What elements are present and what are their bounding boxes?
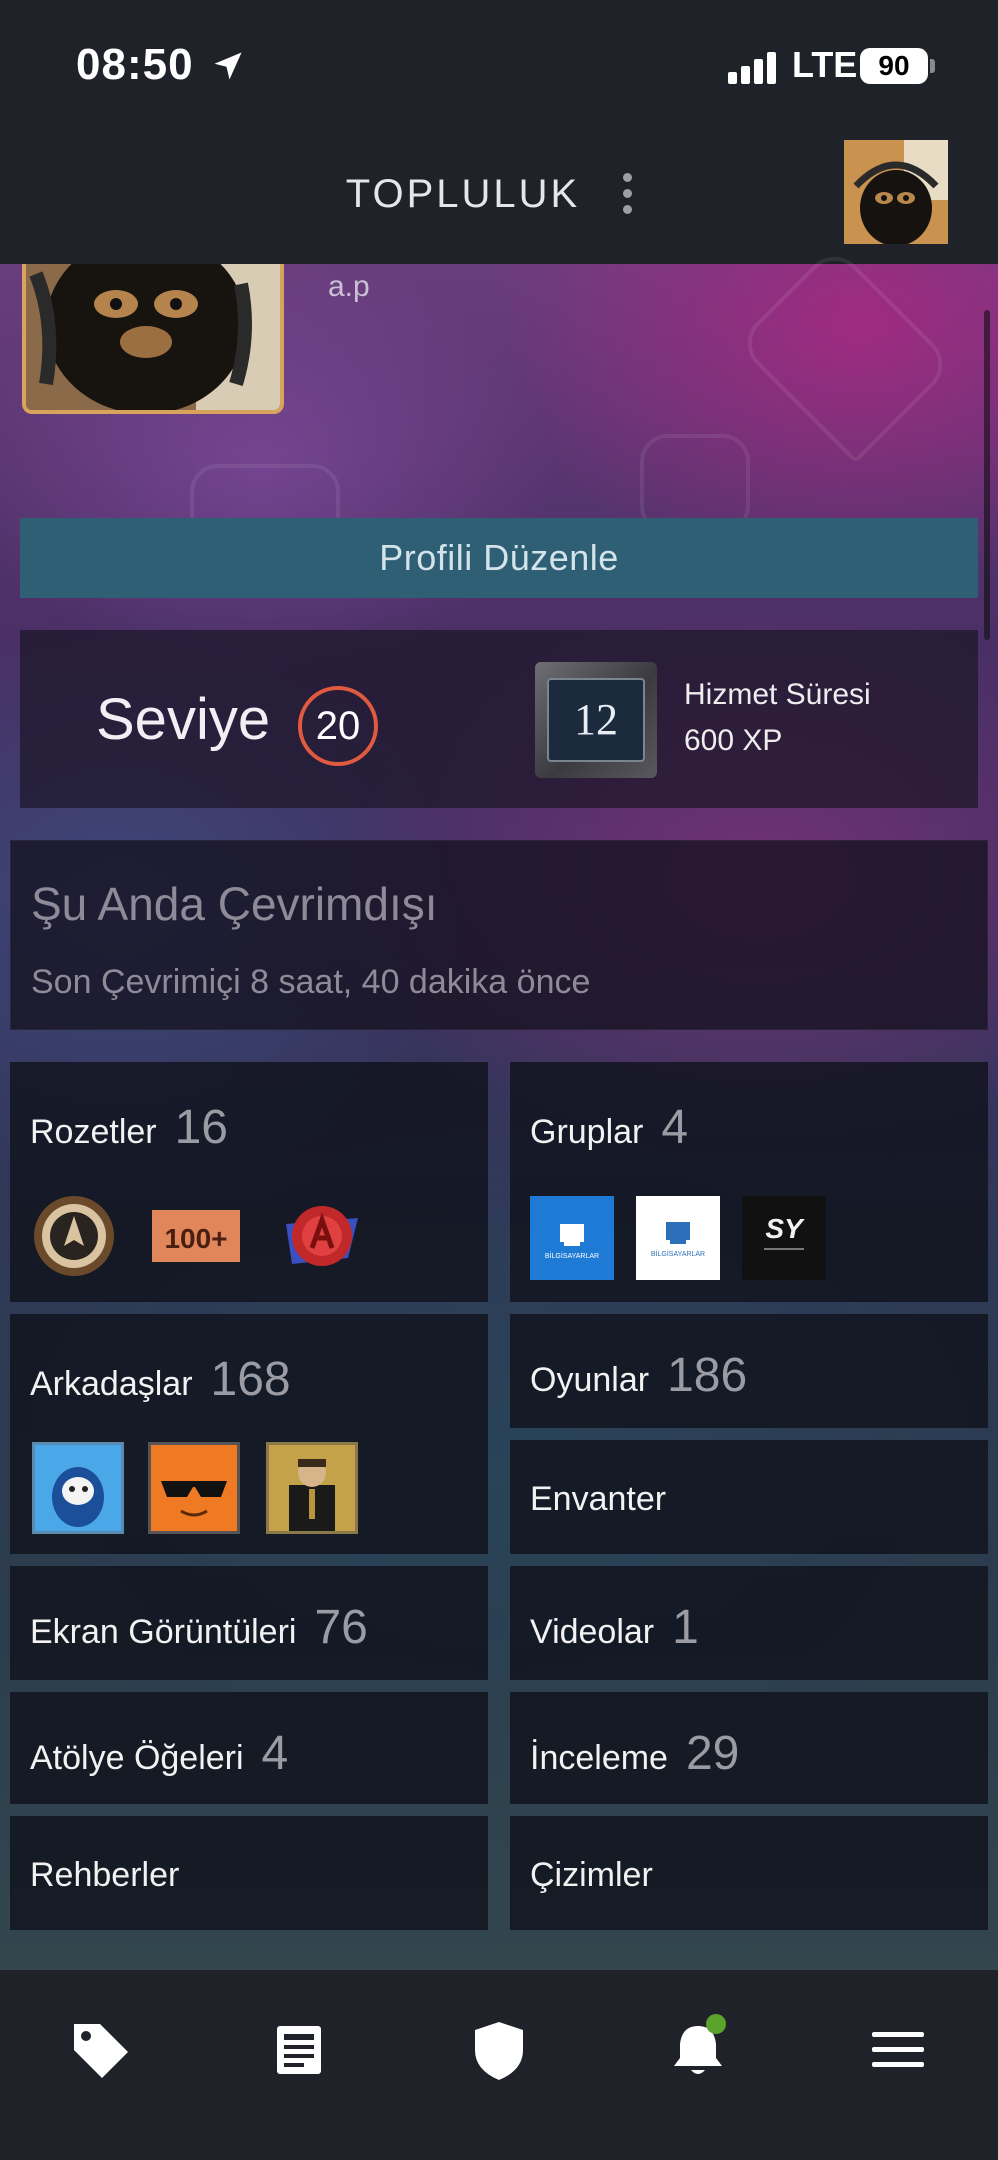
persona-name: a.p [328, 270, 370, 303]
inventory-tile[interactable]: Envanter [510, 1440, 988, 1554]
reviews-tile[interactable]: İnceleme 29 [510, 1692, 988, 1804]
badge-xp: 600 XP [684, 724, 783, 757]
level-number: 20 [298, 686, 378, 766]
screenshots-count: 76 [314, 1601, 368, 1654]
screenshots-tile[interactable]: Ekran Görüntüleri 76 [10, 1566, 488, 1680]
badge-number: 12 [547, 678, 645, 762]
friend-avatar[interactable] [32, 1442, 124, 1534]
workshop-tile[interactable]: Atölye Öğeleri 4 [10, 1692, 488, 1804]
groups-label: Gruplar 4 [530, 1101, 689, 1154]
last-online-text: Son Çevrimiçi 8 saat, 40 dakika önce [31, 963, 591, 1001]
svg-text:SY: SY [765, 1213, 805, 1244]
news-icon[interactable] [259, 2010, 339, 2090]
bell-icon[interactable] [658, 2010, 738, 2090]
battery-tip [930, 59, 935, 73]
group-thumbnail[interactable]: BİLGİSAYARLAR [636, 1196, 720, 1280]
csgo-badge-icon[interactable] [32, 1194, 116, 1278]
badge-title: Hizmet Süresi [684, 678, 871, 711]
videos-tile[interactable]: Videolar 1 [510, 1566, 988, 1680]
badges-label: Rozetler 16 [30, 1101, 228, 1154]
signal-icon [728, 52, 776, 84]
online-status-title: Şu Anda Çevrimdışı [31, 878, 438, 930]
workshop-count: 4 [261, 1727, 289, 1780]
group-thumbnail[interactable]: SY [742, 1196, 826, 1280]
guides-tile[interactable]: Rehberler [10, 1816, 488, 1930]
videos-count: 1 [672, 1601, 699, 1654]
battery-level: 90 [878, 50, 910, 81]
more-options-icon[interactable] [620, 170, 634, 218]
user-avatar-button[interactable] [844, 140, 948, 244]
profile-avatar [22, 264, 284, 414]
svg-text:BİLGİSAYARLAR: BİLGİSAYARLAR [545, 1251, 599, 1260]
location-arrow-icon [214, 52, 242, 80]
screenshots-label: Ekran Görüntüleri 76 [30, 1601, 368, 1654]
reviews-label: İnceleme 29 [530, 1727, 740, 1780]
status-bar: 08:50 LTE 90 [0, 0, 998, 132]
friend-avatar[interactable] [148, 1442, 240, 1534]
scrollbar[interactable] [984, 310, 990, 640]
group-thumbnail[interactable]: BİLGİSAYARLAR [530, 1196, 614, 1280]
cat-avatar-icon [26, 264, 280, 410]
artwork-tile[interactable]: Çizimler [510, 1816, 988, 1930]
friends-tile[interactable]: Arkadaşlar 168 [10, 1314, 488, 1554]
svg-text:BİLGİSAYARLAR: BİLGİSAYARLAR [651, 1249, 705, 1258]
inventory-label: Envanter [530, 1480, 667, 1518]
level-label: Seviye [96, 687, 271, 752]
games-tile[interactable]: Oyunlar 186 [510, 1314, 988, 1428]
level-box[interactable]: Seviye 20 12 Hizmet Süresi 600 XP [20, 630, 978, 808]
seal-badge-icon[interactable] [272, 1188, 372, 1284]
store-tag-icon[interactable] [60, 2010, 140, 2090]
badges-tile[interactable]: Rozetler 16 100+ [10, 1062, 488, 1302]
badge-100-plus-text: 100+ [164, 1223, 227, 1254]
guides-label: Rehberler [30, 1856, 180, 1894]
videos-label: Videolar 1 [530, 1601, 699, 1654]
friends-label: Arkadaşlar 168 [30, 1353, 291, 1406]
page-title: TOPLULUK [345, 172, 581, 216]
notification-dot [706, 2014, 726, 2034]
top-navigation-bar: TOPLULUK [0, 132, 998, 264]
reviews-count: 29 [685, 1727, 740, 1780]
background-decoration [735, 244, 955, 464]
status-time: 08:50 [76, 40, 194, 89]
workshop-label: Atölye Öğeleri 4 [30, 1727, 289, 1780]
friends-count: 168 [210, 1353, 291, 1406]
friend-avatar[interactable] [266, 1442, 358, 1534]
badges-count: 16 [174, 1101, 228, 1154]
menu-icon[interactable] [858, 2010, 938, 2090]
network-type: LTE [792, 44, 858, 85]
groups-count: 4 [661, 1101, 689, 1154]
cat-avatar-icon [844, 140, 948, 244]
online-status-box: Şu Anda Çevrimdışı Son Çevrimiçi 8 saat,… [10, 840, 988, 1030]
shield-icon[interactable] [459, 2010, 539, 2090]
edit-profile-button[interactable]: Profili Düzenle [20, 518, 978, 598]
bottom-navigation [0, 1970, 998, 2160]
artwork-label: Çizimler [530, 1856, 653, 1894]
years-of-service-badge-icon: 12 [535, 662, 657, 778]
games-label: Oyunlar 186 [530, 1349, 748, 1402]
battery-icon: 90 [860, 48, 928, 84]
games-count: 186 [667, 1349, 748, 1402]
100-plus-badge-icon[interactable]: 100+ [148, 1194, 244, 1278]
groups-tile[interactable]: Gruplar 4 BİLGİSAYARLAR BİLGİSAYARLAR SY [510, 1062, 988, 1302]
